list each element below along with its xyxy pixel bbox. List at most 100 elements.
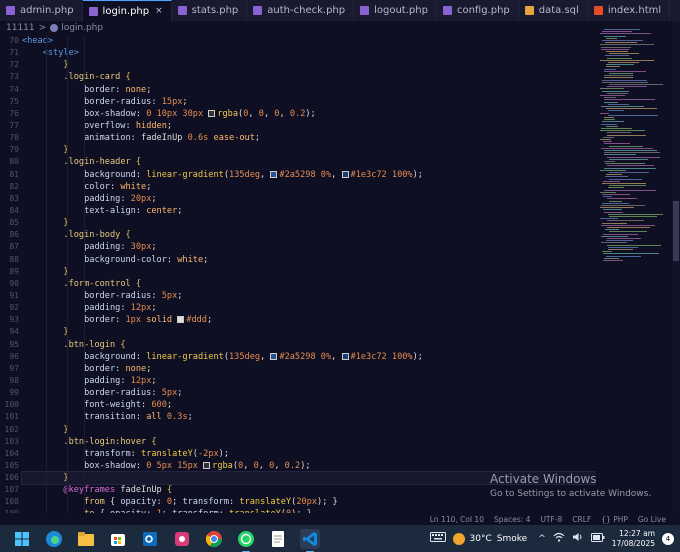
line-number: 101 [4, 412, 19, 422]
file-explorer-icon[interactable] [76, 529, 96, 549]
minimap-line [608, 249, 633, 250]
minimap-line [609, 172, 649, 173]
outlook-icon[interactable] [140, 529, 160, 549]
line-number: 100 [4, 400, 19, 410]
minimap-line [602, 90, 629, 92]
line-number: 76 [9, 108, 19, 118]
line-number: 84 [9, 205, 19, 215]
notepad-icon[interactable] [268, 529, 288, 549]
tab-stats-php[interactable]: stats.php [172, 0, 248, 21]
volume-icon[interactable] [572, 532, 584, 545]
code-editor[interactable]: 70 71 72 73 74 75 76 77 78 79 80 81 82 83 84 85 86 87 88 89… [0, 35, 596, 513]
tab-config-php[interactable]: config.php [437, 0, 519, 21]
minimap-line [607, 134, 646, 136]
encoding[interactable]: UTF-8 [540, 515, 562, 524]
minimap-line [607, 238, 641, 239]
tab-logout-php[interactable]: logout.php [354, 0, 437, 21]
line-number: 89 [9, 266, 19, 276]
php-file-icon [50, 24, 59, 32]
tab-label: auth-check.php [267, 5, 346, 16]
minimap-line [604, 154, 636, 156]
activate-windows-watermark: Activate Windows Go to Settings to activ… [490, 472, 651, 499]
minimap-line [602, 202, 629, 204]
battery-icon[interactable] [590, 532, 605, 545]
minimap-line [609, 53, 639, 55]
weather-widget[interactable]: 30°C Smoke [452, 532, 527, 545]
close-icon[interactable]: × [155, 6, 163, 16]
vscode-icon[interactable] [300, 528, 320, 552]
tab-admin-php[interactable]: admin.php [0, 0, 83, 21]
notification-badge[interactable]: 4 [662, 532, 674, 545]
minimap-line [603, 141, 612, 143]
line-number: 99 [9, 388, 19, 398]
line-number: 107 [4, 485, 19, 495]
minimap[interactable] [596, 21, 672, 513]
code-line: } [63, 327, 69, 338]
minimap-line [604, 99, 655, 101]
edge-icon[interactable] [44, 529, 64, 549]
minimap-line [609, 216, 657, 217]
tab-data-sql[interactable]: data.sql [519, 0, 588, 21]
tab-label: logout.php [374, 5, 428, 16]
wifi-icon[interactable] [553, 532, 565, 545]
php-icon [360, 6, 370, 15]
php-icon [88, 6, 98, 16]
minimap-line [609, 185, 646, 187]
php-icon [177, 6, 187, 15]
minimap-line [604, 257, 619, 259]
minimap-line [605, 163, 645, 165]
line-number: 94 [9, 327, 19, 337]
scrollbar-thumb[interactable] [673, 201, 679, 261]
go-live-button[interactable]: Go Live [638, 515, 666, 524]
windows-start-icon[interactable] [12, 529, 32, 549]
cursor-position[interactable]: Ln 110, Col 10 [430, 515, 484, 524]
line-number: 82 [9, 181, 19, 191]
minimap-line [602, 194, 630, 195]
minimap-line [605, 229, 619, 231]
minimap-line [604, 29, 640, 30]
line-ending[interactable]: CRLF [572, 515, 591, 524]
keyboard-icon[interactable] [429, 532, 446, 545]
minimap-line [600, 169, 626, 171]
indentation[interactable]: Spaces: 4 [494, 515, 530, 524]
system-clock[interactable]: 12:27 am 17/08/2025 [612, 529, 655, 549]
tab-auth-check-php[interactable]: auth-check.php [247, 0, 355, 21]
tab-label: data.sql [538, 5, 579, 16]
whatsapp-icon[interactable] [236, 529, 256, 552]
minimap-line [606, 174, 622, 176]
photos-icon[interactable] [172, 529, 192, 549]
tab-label: admin.php [20, 5, 74, 16]
tab-index-html[interactable]: index.html [588, 0, 671, 21]
code-line: } [63, 60, 69, 71]
code-line: background: linear-gradient(135deg, #2a5… [84, 169, 423, 180]
minimap-line [603, 209, 622, 211]
php-icon [442, 6, 452, 15]
line-number: 77 [9, 120, 19, 130]
line-number: 92 [9, 303, 19, 313]
code-area[interactable]: <head> <style> } .login-card { border: n… [21, 35, 596, 513]
tab-label: stats.php [191, 5, 239, 16]
minimap-line [604, 75, 633, 77]
tab-login-php[interactable]: login.php × [82, 0, 172, 21]
minimap-line [607, 92, 628, 94]
microsoft-store-icon[interactable] [108, 529, 128, 549]
chevron-up-icon[interactable]: ^ [538, 534, 546, 544]
code-line: border: none; [84, 84, 152, 95]
minimap-line [609, 200, 622, 202]
code-line: border-radius: 15px; [84, 96, 188, 107]
vertical-scrollbar[interactable] [672, 21, 680, 513]
line-number: 96 [9, 351, 19, 361]
code-line: color: white; [84, 181, 152, 192]
line-number: 78 [9, 133, 19, 143]
minimap-line [600, 191, 616, 193]
minimap-line [603, 233, 638, 235]
breadcrumb-folder[interactable]: 11111 [6, 23, 35, 33]
watermark-title: Activate Windows [490, 472, 597, 486]
breadcrumb-file[interactable]: login.php [61, 23, 103, 33]
line-number: 105 [4, 460, 19, 470]
minimap-line [600, 130, 645, 132]
chrome-icon[interactable] [204, 529, 224, 549]
minimap-line [609, 178, 642, 180]
minimap-line [603, 196, 612, 198]
language-mode[interactable]: {} PHP [601, 515, 628, 524]
